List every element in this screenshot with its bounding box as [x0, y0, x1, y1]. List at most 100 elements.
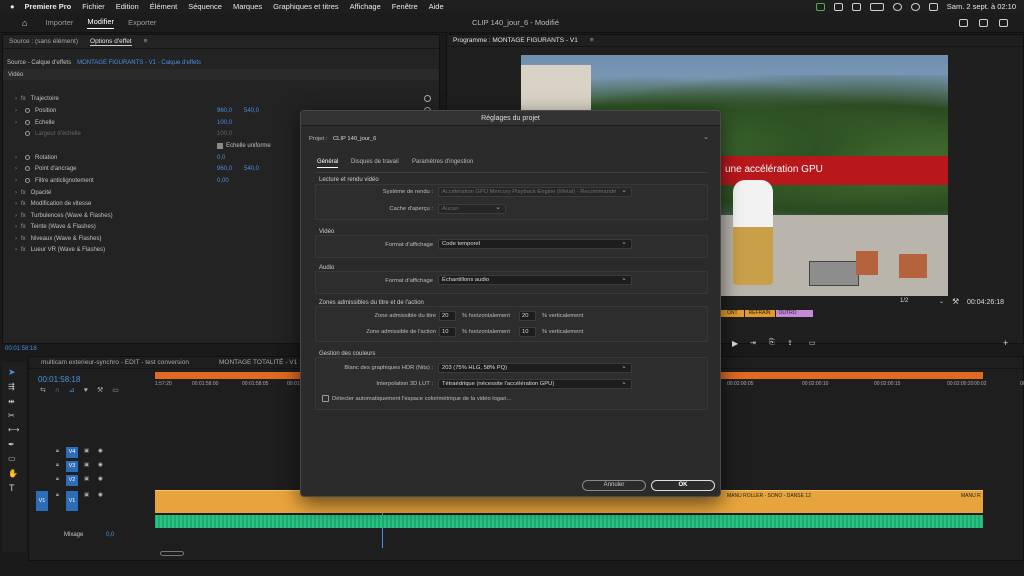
- snap-icon[interactable]: ⇆: [40, 387, 55, 394]
- stopwatch-icon[interactable]: [25, 120, 30, 125]
- play-icon[interactable]: ▶: [732, 339, 738, 348]
- track-label[interactable]: V1: [66, 491, 78, 511]
- home-icon[interactable]: ⌂: [22, 18, 27, 28]
- clip-line[interactable]: MONTAGE FIGURANTS - V1 - Calque d'effets: [77, 60, 201, 66]
- timeline-timecode[interactable]: 00:01:58:18: [38, 375, 80, 384]
- expand-chevron-icon[interactable]: ›: [15, 236, 17, 242]
- lock-icon[interactable]: 🔒︎: [56, 476, 59, 483]
- reset-icon[interactable]: [424, 95, 431, 102]
- dropbox-icon[interactable]: [833, 2, 843, 11]
- effect-value-1[interactable]: 960,0: [217, 108, 232, 114]
- add-button-icon[interactable]: +: [1003, 338, 1008, 348]
- stopwatch-icon[interactable]: [25, 131, 30, 136]
- panel-menu-icon[interactable]: ≡: [144, 38, 148, 45]
- menu-marques[interactable]: Marques: [233, 2, 262, 11]
- menu-affichage[interactable]: Affichage: [350, 2, 381, 11]
- tab-exporter[interactable]: Exporter: [128, 18, 156, 27]
- hand-icon[interactable]: ✋: [8, 469, 18, 478]
- status-icon[interactable]: [815, 2, 825, 11]
- ripple-edit-icon[interactable]: ⇹: [8, 397, 15, 406]
- mix-value[interactable]: 0,0: [106, 532, 114, 538]
- checkbox-icon[interactable]: [217, 142, 223, 149]
- linked-select-icon[interactable]: ⊿: [69, 387, 84, 394]
- export-frame-icon[interactable]: ⇪: [787, 339, 793, 347]
- eye-icon[interactable]: ◉: [98, 448, 103, 454]
- search-icon[interactable]: [910, 2, 920, 11]
- app-menu[interactable]: Premiere Pro: [25, 2, 72, 11]
- video-format-select[interactable]: Code temporel: [438, 238, 632, 249]
- ok-button[interactable]: OK: [651, 480, 715, 491]
- step-forward-icon[interactable]: ⇥: [750, 339, 756, 347]
- track-label[interactable]: V3: [66, 461, 78, 472]
- effect-row[interactable]: › fx Trajectoire: [3, 93, 441, 104]
- tab-modifier[interactable]: Modifier: [87, 17, 115, 29]
- captions-icon[interactable]: ▭: [112, 387, 128, 394]
- marker-outro[interactable]: OUTRO: [775, 310, 813, 317]
- tab-ingest[interactable]: Paramètres d'ingestion: [412, 159, 473, 165]
- playhead-timecode[interactable]: 00:01:58:18: [5, 346, 37, 352]
- preview-cache-select[interactable]: Aucun: [438, 203, 506, 214]
- expand-chevron-icon[interactable]: ›: [15, 120, 17, 126]
- control-center-icon[interactable]: [928, 2, 938, 11]
- eye-icon[interactable]: ◉: [98, 462, 103, 468]
- effect-value-2[interactable]: 540,0: [244, 108, 259, 114]
- stopwatch-icon[interactable]: [25, 178, 30, 183]
- battery-icon[interactable]: [869, 2, 884, 11]
- menu-sequence[interactable]: Séquence: [188, 2, 222, 11]
- wifi-icon[interactable]: [892, 2, 902, 11]
- source-patch-v1[interactable]: V1: [36, 491, 48, 511]
- expand-chevron-icon[interactable]: ›: [15, 178, 17, 184]
- lock-icon[interactable]: 🔒︎: [56, 462, 59, 469]
- stopwatch-icon[interactable]: [25, 108, 30, 113]
- title-safe-h-input[interactable]: 20: [439, 311, 456, 321]
- track-label[interactable]: V2: [66, 475, 78, 486]
- effect-value-1[interactable]: 0,00: [217, 178, 229, 184]
- effect-value-1[interactable]: 100,0: [217, 120, 232, 126]
- track-select-icon[interactable]: ⇶: [8, 382, 15, 391]
- tab-importer[interactable]: Importer: [45, 18, 73, 27]
- track-header-v4[interactable]: 🔒︎ V4 ▣ ◉: [30, 446, 154, 460]
- title-safe-v-input[interactable]: 20: [519, 311, 536, 321]
- project-select[interactable]: CLIP 140_jour_6: [329, 133, 714, 144]
- expand-chevron-icon[interactable]: ›: [15, 96, 17, 102]
- insert-icon[interactable]: ⎘: [769, 339, 775, 347]
- menu-aide[interactable]: Aide: [429, 2, 444, 11]
- rectangle-icon[interactable]: ▭: [8, 454, 16, 463]
- type-icon[interactable]: T: [9, 483, 15, 493]
- compare-icon[interactable]: ▭: [809, 339, 816, 347]
- menu-graphiques[interactable]: Graphiques et titres: [273, 2, 338, 11]
- lut-select[interactable]: Tétraédrique (nécessite l'accélération G…: [438, 378, 632, 389]
- auto-detect-checkbox[interactable]: [322, 395, 329, 402]
- expand-chevron-icon[interactable]: ›: [15, 213, 17, 219]
- display-icon[interactable]: [851, 2, 861, 11]
- expand-chevron-icon[interactable]: ›: [15, 247, 17, 253]
- action-safe-v-input[interactable]: 10: [519, 327, 536, 337]
- expand-chevron-icon[interactable]: ›: [15, 155, 17, 161]
- share-icon[interactable]: [979, 18, 988, 27]
- settings-icon[interactable]: ⚒: [97, 387, 112, 394]
- sync-lock-icon[interactable]: ▣: [84, 492, 89, 498]
- expand-chevron-icon[interactable]: ›: [15, 224, 17, 230]
- menu-edition[interactable]: Edition: [116, 2, 139, 11]
- audio-clip-a1[interactable]: [155, 515, 983, 528]
- tab-program[interactable]: Programme : MONTAGE FIGURANTS - V1: [453, 37, 578, 44]
- effect-value-2[interactable]: 540,0: [244, 166, 259, 172]
- expand-chevron-icon[interactable]: ›: [15, 108, 17, 114]
- menu-fenetre[interactable]: Fenêtre: [392, 2, 418, 11]
- tab-scratch-disks[interactable]: Disques de travail: [351, 159, 399, 165]
- audio-format-select[interactable]: Échantillons audio: [438, 274, 632, 285]
- expand-chevron-icon[interactable]: ›: [15, 190, 17, 196]
- wrench-icon[interactable]: ⚒: [952, 297, 959, 306]
- stopwatch-icon[interactable]: [25, 166, 30, 171]
- lock-icon[interactable]: 🔒︎: [56, 448, 59, 455]
- slip-icon[interactable]: ⟷: [8, 425, 19, 434]
- effect-value-1[interactable]: 100,0: [217, 131, 232, 137]
- timeline-scrollbar[interactable]: [160, 551, 184, 556]
- lock-icon[interactable]: 🔒︎: [56, 492, 59, 499]
- renderer-select[interactable]: Accélération GPU Mercury Playback Engine…: [438, 186, 632, 197]
- effect-value-1[interactable]: 0,0: [217, 155, 225, 161]
- cancel-button[interactable]: Annuler: [582, 480, 646, 491]
- eye-icon[interactable]: ◉: [98, 492, 103, 498]
- sync-lock-icon[interactable]: ▣: [84, 448, 89, 454]
- tab-general[interactable]: Général: [317, 159, 339, 168]
